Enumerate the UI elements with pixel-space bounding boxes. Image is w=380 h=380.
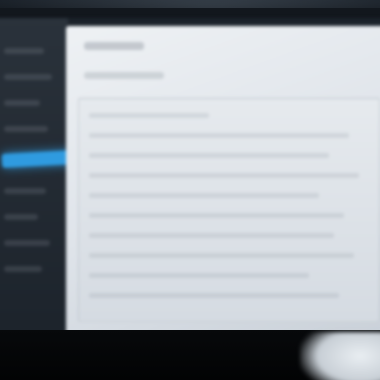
desk-object <box>300 332 380 380</box>
content-line <box>89 113 209 118</box>
content-line <box>89 253 354 258</box>
content-line <box>89 193 319 198</box>
sidebar-item[interactable] <box>4 48 44 54</box>
app-window <box>66 26 380 348</box>
content-line <box>89 273 309 278</box>
monitor <box>0 8 380 353</box>
sidebar-item[interactable] <box>4 214 38 220</box>
content-line <box>89 173 359 178</box>
sidebar-item[interactable] <box>4 100 40 106</box>
content-line <box>89 293 339 298</box>
content-line <box>89 153 329 158</box>
sidebar-item[interactable] <box>4 266 42 272</box>
toolbar[interactable] <box>84 72 164 79</box>
monitor-screen <box>0 18 380 348</box>
content-panel <box>78 98 380 322</box>
sidebar-item[interactable] <box>4 188 46 194</box>
sidebar-item-selected[interactable] <box>1 150 75 168</box>
sidebar-item[interactable] <box>4 126 48 132</box>
content-line <box>89 133 349 138</box>
app-sidebar <box>0 18 75 348</box>
content-line <box>89 233 334 238</box>
sidebar-item[interactable] <box>4 74 52 80</box>
content-line <box>89 213 344 218</box>
sidebar-item[interactable] <box>4 240 50 246</box>
window-title <box>84 42 144 50</box>
photo-scene <box>0 0 380 380</box>
